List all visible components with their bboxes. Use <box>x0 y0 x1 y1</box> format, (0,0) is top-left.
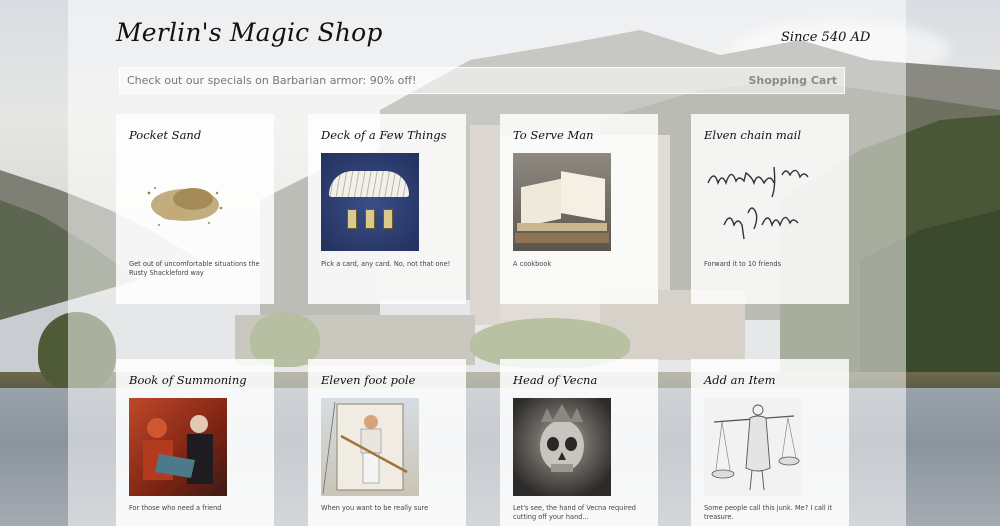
summoning-painting-image <box>129 398 227 496</box>
shop-title: Merlin's Magic Shop <box>116 18 383 47</box>
product-card[interactable]: Eleven foot pole When you want to be rea… <box>308 359 466 526</box>
merchant-sketch-image <box>704 398 802 496</box>
product-card[interactable]: Pocket Sand Get out of uncomfortable sit… <box>116 114 274 304</box>
card-title: Elven chain mail <box>704 128 801 142</box>
card-description: When you want to be really sure <box>321 504 429 512</box>
specials-banner: Check out our specials on Barbarian armo… <box>119 67 845 94</box>
card-description: Some people call this junk. Me? I call i… <box>704 504 833 521</box>
card-description: Forward it to 10 friends <box>704 260 782 268</box>
card-title: Pocket Sand <box>129 128 202 142</box>
product-card[interactable]: Add an Item Some people call this junk. … <box>691 359 849 526</box>
product-card[interactable]: Book of Summoning For those who need a f… <box>116 359 274 526</box>
card-description: A cookbook <box>513 260 552 268</box>
card-deck-image <box>321 153 419 251</box>
card-description: Get out of uncomfortable situations the … <box>129 260 260 277</box>
shopping-cart-link[interactable]: Shopping Cart <box>748 74 837 87</box>
card-title: Head of Vecna <box>513 373 598 387</box>
card-title: Eleven foot pole <box>321 373 416 387</box>
card-description: Let's see, the hand of Vecna required cu… <box>513 504 636 521</box>
skull-crown-image <box>513 398 611 496</box>
since-date: Since 540 AD <box>781 30 871 45</box>
product-card[interactable]: Deck of a Few Things Pick a card, any ca… <box>308 114 466 304</box>
product-card[interactable]: Elven chain mail Forward it to 10 friend… <box>691 114 849 304</box>
elvish-script-image <box>704 153 824 251</box>
card-description: Pick a card, any card. No, not that one! <box>321 260 451 268</box>
banner-message: Check out our specials on Barbarian armo… <box>127 74 417 87</box>
card-title: To Serve Man <box>513 128 594 142</box>
card-title: Deck of a Few Things <box>321 128 447 142</box>
sand-pile-image <box>129 153 227 251</box>
card-description: For those who need a friend <box>129 504 222 512</box>
product-card[interactable]: Head of Vecna Let's see, the hand of Vec… <box>500 359 658 526</box>
product-card[interactable]: To Serve Man A cookbook <box>500 114 658 304</box>
card-title: Book of Summoning <box>129 373 247 387</box>
open-book-image <box>513 153 611 251</box>
pole-illustration-image <box>321 398 419 496</box>
card-title[interactable]: Add an Item <box>704 373 775 387</box>
